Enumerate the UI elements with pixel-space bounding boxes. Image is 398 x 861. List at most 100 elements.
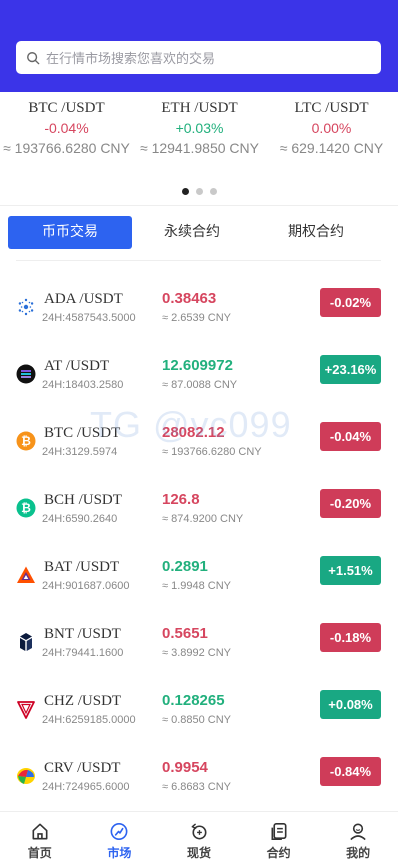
svg-text:₿: ₿ <box>21 434 31 448</box>
cardano-icon <box>18 298 34 316</box>
market-cny: ≈ 3.8992 CNY <box>162 647 232 659</box>
market-pair: BAT /USDT <box>44 559 120 575</box>
ticker-item-eth[interactable]: ETH /USDT +0.03% ≈ 12941.9850 CNY <box>133 98 266 158</box>
market-cny: ≈ 1.9948 CNY <box>162 580 232 592</box>
market-volume: 24H:18403.2580 <box>42 379 124 391</box>
market-row-ada[interactable]: ADA /USDT 24H:4587543.5000 0.38463 ≈ 2.6… <box>0 288 398 350</box>
market-volume: 24H:901687.0600 <box>42 580 130 592</box>
ticker-change: -0.04% <box>44 120 89 136</box>
spot-icon <box>191 823 207 840</box>
market-cny: ≈ 87.0088 CNY <box>162 379 238 391</box>
market-tabs: 币币交易 永续合约 期权合约 <box>0 216 398 250</box>
market-volume: 24H:6590.2640 <box>42 513 118 525</box>
market-price: 0.128265 <box>162 692 225 709</box>
nav-market[interactable]: 市场 <box>80 812 160 861</box>
tab-perpetual[interactable]: 永续合约 <box>140 216 244 249</box>
change-badge[interactable]: -0.02% <box>320 288 381 317</box>
market-volume: 24H:724965.6000 <box>42 781 130 793</box>
tabs-divider <box>16 260 381 261</box>
carousel-indicator <box>0 188 398 195</box>
change-badge[interactable]: +1.51% <box>320 556 381 585</box>
market-row-at[interactable]: AT /USDT 24H:18403.2580 12.609972 ≈ 87.0… <box>0 355 398 417</box>
ticker-pair: ETH /USDT <box>161 100 238 116</box>
ticker-cny: ≈ 12941.9850 CNY <box>140 140 259 156</box>
header-bar: 在行情市场搜索您喜欢的交易 <box>0 0 398 92</box>
market-pair: ADA /USDT <box>44 291 123 307</box>
market-price: 0.5651 <box>162 625 208 642</box>
market-cny: ≈ 2.6539 CNY <box>162 312 232 324</box>
home-icon <box>32 823 48 840</box>
nav-label: 市场 <box>107 846 132 860</box>
market-row-bnt[interactable]: BNT /USDT 24H:79441.1600 0.5651 ≈ 3.8992… <box>0 623 398 685</box>
market-volume: 24H:79441.1600 <box>42 647 124 659</box>
tab-options[interactable]: 期权合约 <box>264 216 368 249</box>
nav-label: 现货 <box>186 846 211 860</box>
market-pair: CHZ /USDT <box>44 693 122 709</box>
change-badge[interactable]: -0.84% <box>320 757 381 786</box>
market-price: 126.8 <box>162 491 200 508</box>
market-row-chz[interactable]: CHZ /USDT 24H:6259185.0000 0.128265 ≈ 0.… <box>0 690 398 752</box>
section-divider <box>0 205 398 206</box>
market-pair: BNT /USDT <box>44 626 121 642</box>
bancor-icon <box>20 633 32 651</box>
change-badge[interactable]: +23.16% <box>320 355 381 384</box>
ticker-item-btc[interactable]: BTC /USDT -0.04% ≈ 193766.6280 CNY <box>0 98 133 158</box>
profile-icon <box>350 823 366 841</box>
change-badge[interactable]: -0.20% <box>320 489 381 518</box>
ticker-carousel[interactable]: BTC /USDT -0.04% ≈ 193766.6280 CNY ETH /… <box>0 92 398 182</box>
ticker-change: 0.00% <box>311 120 352 136</box>
search-placeholder: 在行情市场搜索您喜欢的交易 <box>46 52 216 67</box>
market-pair: BTC /USDT <box>44 425 121 441</box>
bottom-nav: 首页 市场 现货 合约 我的 <box>0 811 398 861</box>
market-cny: ≈ 193766.6280 CNY <box>162 446 262 458</box>
nav-contract[interactable]: 合约 <box>239 812 319 861</box>
market-volume: 24H:3129.5974 <box>42 446 118 458</box>
curve-icon <box>17 768 35 784</box>
ticker-item-ltc[interactable]: LTC /USDT 0.00% ≈ 629.1420 CNY <box>265 98 398 158</box>
search-input[interactable]: 在行情市场搜索您喜欢的交易 <box>16 41 381 74</box>
market-pair: AT /USDT <box>44 358 110 374</box>
market-price: 0.2891 <box>162 558 208 575</box>
carousel-dot[interactable] <box>195 188 203 195</box>
change-badge[interactable]: -0.18% <box>320 623 381 652</box>
nav-label: 首页 <box>27 846 52 860</box>
market-row-btc[interactable]: ₿ BTC /USDT 24H:3129.5974 28082.12 ≈ 193… <box>0 422 398 484</box>
ticker-change: +0.03% <box>175 120 224 136</box>
search-icon <box>27 51 40 64</box>
market-volume: 24H:4587543.5000 <box>42 312 136 324</box>
change-badge[interactable]: +0.08% <box>320 690 381 719</box>
market-row-crv[interactable]: CRV /USDT 24H:724965.6000 0.9954 ≈ 6.868… <box>0 757 398 819</box>
market-price: 0.38463 <box>162 290 217 307</box>
change-badge[interactable]: -0.04% <box>320 422 381 451</box>
at-icon <box>16 364 36 384</box>
ticker-cny: ≈ 193766.6280 CNY <box>3 140 130 156</box>
market-row-bch[interactable]: ₿ BCH /USDT 24H:6590.2640 126.8 ≈ 874.92… <box>0 489 398 551</box>
tab-spot-trading[interactable]: 币币交易 <box>8 216 132 249</box>
market-pair: CRV /USDT <box>44 760 121 776</box>
market-price: 28082.12 <box>162 424 225 441</box>
market-cny: ≈ 6.8683 CNY <box>162 781 232 793</box>
carousel-dot[interactable] <box>209 188 217 195</box>
ticker-cny: ≈ 629.1420 CNY <box>279 140 384 156</box>
market-cny: ≈ 0.8850 CNY <box>162 714 232 726</box>
bitcoin-cash-icon: ₿ <box>16 498 36 518</box>
market-price: 0.9954 <box>162 759 208 776</box>
market-row-bat[interactable]: BAT /USDT 24H:901687.0600 0.2891 ≈ 1.994… <box>0 556 398 618</box>
market-pair: BCH /USDT <box>44 492 122 508</box>
market-price: 12.609972 <box>162 357 233 374</box>
carousel-dot[interactable] <box>181 188 189 195</box>
chiliz-icon <box>17 701 35 719</box>
nav-profile[interactable]: 我的 <box>318 812 398 861</box>
market-cny: ≈ 874.9200 CNY <box>162 513 244 525</box>
nav-home[interactable]: 首页 <box>0 812 80 861</box>
market-icon <box>110 823 128 840</box>
contract-icon <box>271 823 287 840</box>
nav-label: 我的 <box>346 846 371 860</box>
nav-label: 合约 <box>266 846 291 860</box>
svg-text:₿: ₿ <box>21 501 31 515</box>
bat-icon <box>17 566 35 583</box>
bitcoin-icon: ₿ <box>16 431 36 451</box>
ticker-pair: LTC /USDT <box>294 100 369 116</box>
market-volume: 24H:6259185.0000 <box>42 714 136 726</box>
nav-spot[interactable]: 现货 <box>159 812 239 861</box>
